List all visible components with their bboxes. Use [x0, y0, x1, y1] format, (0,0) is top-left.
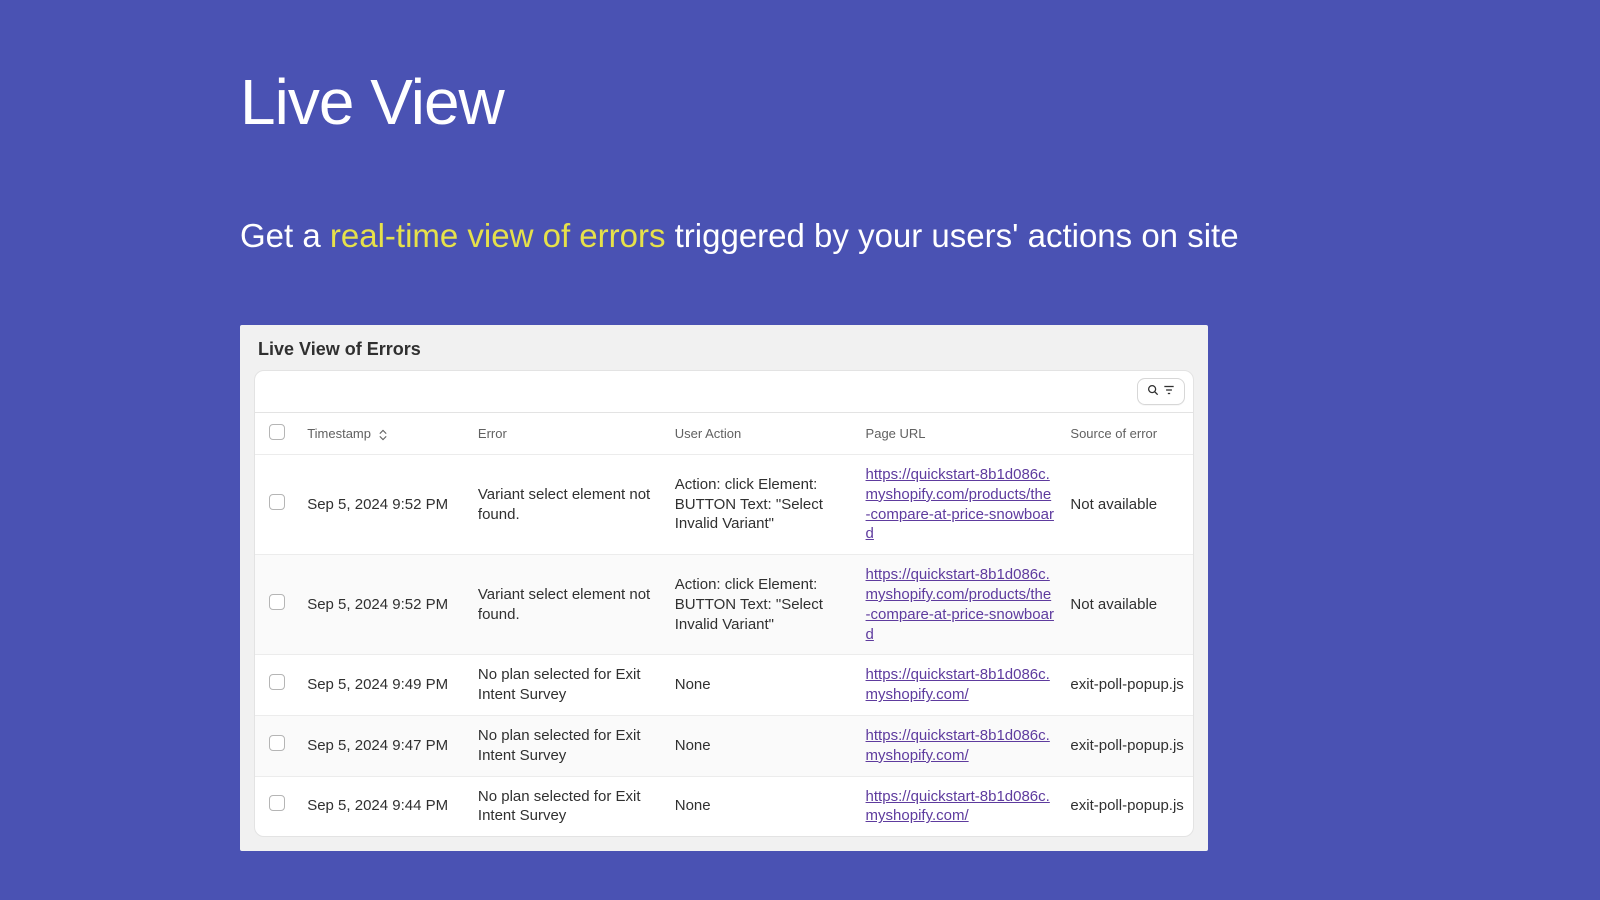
errors-table: Timestamp Error User Action Page URL Sou… — [255, 413, 1193, 836]
page-url-link[interactable]: https://quickstart-8b1d086c.myshopify.co… — [866, 566, 1054, 642]
subtitle-pre: Get a — [240, 217, 330, 254]
error-cell: No plan selected for Exit Intent Survey — [470, 776, 667, 836]
user-action-cell: None — [667, 655, 858, 716]
search-icon — [1146, 383, 1160, 400]
user-action-cell: Action: click Element: BUTTON Text: "Sel… — [667, 555, 858, 655]
source-cell: Not available — [1062, 455, 1193, 555]
error-header[interactable]: Error — [470, 413, 667, 455]
source-cell: exit-poll-popup.js — [1062, 715, 1193, 776]
subtitle-accent: real-time view of errors — [330, 217, 666, 254]
row-checkbox[interactable] — [269, 674, 285, 690]
source-cell: exit-poll-popup.js — [1062, 655, 1193, 716]
row-select-cell — [255, 776, 299, 836]
table-row: Sep 5, 2024 9:44 PMNo plan selected for … — [255, 776, 1193, 836]
page-url-cell: https://quickstart-8b1d086c.myshopify.co… — [858, 455, 1063, 555]
timestamp-header[interactable]: Timestamp — [299, 413, 470, 455]
table-toolbar — [255, 371, 1193, 413]
row-checkbox[interactable] — [269, 795, 285, 811]
panel-title: Live View of Errors — [240, 325, 1208, 370]
page-url-link[interactable]: https://quickstart-8b1d086c.myshopify.co… — [866, 788, 1050, 825]
page-subtitle: Get a real-time view of errors triggered… — [240, 214, 1240, 259]
row-select-cell — [255, 455, 299, 555]
page-url-link[interactable]: https://quickstart-8b1d086c.myshopify.co… — [866, 727, 1050, 764]
select-all-checkbox[interactable] — [269, 424, 285, 440]
row-select-cell — [255, 715, 299, 776]
row-checkbox[interactable] — [269, 735, 285, 751]
user-action-cell: None — [667, 715, 858, 776]
table-row: Sep 5, 2024 9:52 PMVariant select elemen… — [255, 455, 1193, 555]
table-header-row: Timestamp Error User Action Page URL Sou… — [255, 413, 1193, 455]
error-cell: Variant select element not found. — [470, 555, 667, 655]
timestamp-cell: Sep 5, 2024 9:44 PM — [299, 776, 470, 836]
page-url-link[interactable]: https://quickstart-8b1d086c.myshopify.co… — [866, 466, 1054, 542]
source-header[interactable]: Source of error — [1062, 413, 1193, 455]
filter-icon — [1162, 383, 1176, 400]
errors-panel: Live View of Errors — [240, 325, 1208, 851]
page-title: Live View — [240, 65, 1600, 139]
user-action-cell: None — [667, 776, 858, 836]
page-url-cell: https://quickstart-8b1d086c.myshopify.co… — [858, 776, 1063, 836]
timestamp-cell: Sep 5, 2024 9:47 PM — [299, 715, 470, 776]
page-url-cell: https://quickstart-8b1d086c.myshopify.co… — [858, 655, 1063, 716]
timestamp-cell: Sep 5, 2024 9:52 PM — [299, 455, 470, 555]
timestamp-cell: Sep 5, 2024 9:52 PM — [299, 555, 470, 655]
search-filter-button[interactable] — [1137, 378, 1185, 405]
user-action-header[interactable]: User Action — [667, 413, 858, 455]
error-cell: No plan selected for Exit Intent Survey — [470, 715, 667, 776]
select-all-header — [255, 413, 299, 455]
table-row: Sep 5, 2024 9:52 PMVariant select elemen… — [255, 555, 1193, 655]
row-checkbox[interactable] — [269, 494, 285, 510]
row-select-cell — [255, 655, 299, 716]
error-cell: Variant select element not found. — [470, 455, 667, 555]
row-select-cell — [255, 555, 299, 655]
table-row: Sep 5, 2024 9:47 PMNo plan selected for … — [255, 715, 1193, 776]
error-cell: No plan selected for Exit Intent Survey — [470, 655, 667, 716]
row-checkbox[interactable] — [269, 594, 285, 610]
errors-card: Timestamp Error User Action Page URL Sou… — [254, 370, 1194, 837]
sort-icon — [379, 429, 387, 441]
hero: Live View Get a real-time view of errors… — [0, 0, 1600, 259]
source-cell: exit-poll-popup.js — [1062, 776, 1193, 836]
source-cell: Not available — [1062, 555, 1193, 655]
timestamp-cell: Sep 5, 2024 9:49 PM — [299, 655, 470, 716]
table-row: Sep 5, 2024 9:49 PMNo plan selected for … — [255, 655, 1193, 716]
page-url-link[interactable]: https://quickstart-8b1d086c.myshopify.co… — [866, 666, 1050, 703]
subtitle-post: triggered by your users' actions on site — [665, 217, 1238, 254]
page-url-cell: https://quickstart-8b1d086c.myshopify.co… — [858, 715, 1063, 776]
user-action-cell: Action: click Element: BUTTON Text: "Sel… — [667, 455, 858, 555]
page-url-header[interactable]: Page URL — [858, 413, 1063, 455]
timestamp-header-label: Timestamp — [307, 426, 371, 441]
page-url-cell: https://quickstart-8b1d086c.myshopify.co… — [858, 555, 1063, 655]
